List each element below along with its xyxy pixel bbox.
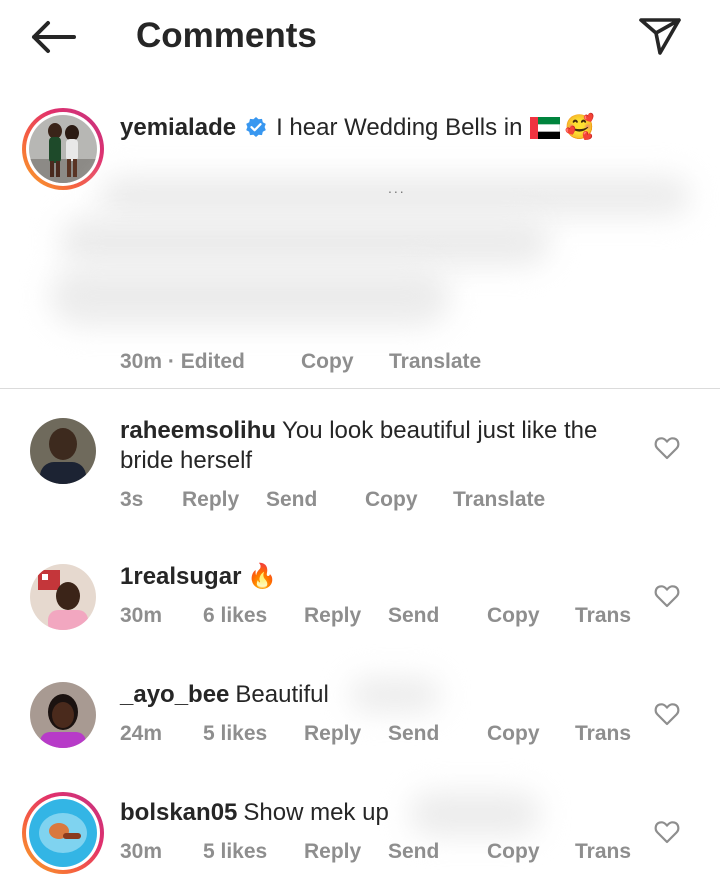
reply-button[interactable]: Reply bbox=[182, 488, 239, 512]
send-button[interactable]: Send bbox=[388, 722, 439, 746]
comment-time: 3s bbox=[120, 488, 144, 511]
copy-button[interactable]: Copy bbox=[487, 604, 540, 628]
comment-body: 1realsugar 🔥 bbox=[120, 562, 640, 592]
caption-username[interactable]: yemialade bbox=[120, 112, 236, 144]
avatar-image bbox=[29, 799, 97, 867]
arrow-left-icon bbox=[32, 21, 76, 53]
comment-time: 30m bbox=[120, 840, 163, 863]
comment-time: 24m bbox=[120, 722, 163, 745]
send-button[interactable]: Send bbox=[266, 488, 317, 512]
redacted-area bbox=[350, 678, 440, 712]
translate-button[interactable]: Translate bbox=[453, 488, 545, 512]
avatar[interactable] bbox=[22, 108, 104, 190]
caption-copy-button[interactable]: Copy bbox=[301, 350, 354, 374]
redacted-area bbox=[410, 792, 540, 836]
comment-item: raheemsolihu You look beautiful just like… bbox=[0, 400, 720, 530]
comment-time: 30m bbox=[120, 604, 163, 627]
reply-button[interactable]: Reply bbox=[304, 840, 361, 864]
redacted-area bbox=[50, 266, 450, 326]
back-button[interactable] bbox=[26, 14, 80, 60]
caption-time: 30m · Edited bbox=[120, 350, 245, 373]
divider bbox=[0, 388, 720, 389]
comment-text: Show mek up bbox=[243, 799, 389, 826]
post-caption: yemialade I hear Wedding Bells in 🥰 ... … bbox=[0, 96, 720, 388]
uae-flag-icon bbox=[530, 117, 561, 139]
likes-count[interactable]: 5 likes bbox=[203, 722, 267, 746]
likes-count[interactable]: 5 likes bbox=[203, 840, 267, 864]
comment-body: bolskan05 Show mek up bbox=[120, 798, 640, 828]
caption-text-line: yemialade I hear Wedding Bells in 🥰 bbox=[120, 112, 594, 144]
comment-item: _ayo_bee Beautiful 24m 5 likes Reply Send… bbox=[0, 666, 720, 776]
comment-text: 🔥 bbox=[247, 563, 278, 590]
caption-text: I hear Wedding Bells in bbox=[276, 114, 523, 141]
heart-icon bbox=[654, 437, 680, 460]
avatar[interactable] bbox=[30, 682, 96, 748]
translate-button[interactable]: Trans bbox=[575, 604, 631, 628]
caption-ellipsis: ... bbox=[388, 180, 406, 196]
send-button[interactable]: Send bbox=[388, 840, 439, 864]
redacted-area bbox=[60, 216, 550, 266]
copy-button[interactable]: Copy bbox=[487, 840, 540, 864]
comment-item: 1realsugar 🔥 30m 6 likes Reply Send Copy … bbox=[0, 548, 720, 658]
like-button[interactable] bbox=[654, 702, 680, 726]
like-button[interactable] bbox=[654, 820, 680, 844]
reply-button[interactable]: Reply bbox=[304, 604, 361, 628]
send-button[interactable]: Send bbox=[388, 604, 439, 628]
comment-body: raheemsolihu You look beautiful just like… bbox=[120, 416, 640, 476]
heart-icon bbox=[654, 585, 680, 608]
comment-item: bolskan05 Show mek up 30m 5 likes Reply S… bbox=[0, 784, 720, 890]
comment-username[interactable]: 1realsugar bbox=[120, 563, 241, 590]
copy-button[interactable]: Copy bbox=[365, 488, 418, 512]
comment-username[interactable]: raheemsolihu bbox=[120, 417, 276, 444]
like-button[interactable] bbox=[654, 436, 680, 460]
heart-icon bbox=[654, 821, 680, 844]
caption-translate-button[interactable]: Translate bbox=[389, 350, 481, 374]
likes-count[interactable]: 6 likes bbox=[203, 604, 267, 628]
avatar[interactable] bbox=[30, 418, 96, 484]
avatar-image bbox=[30, 418, 96, 484]
translate-button[interactable]: Trans bbox=[575, 840, 631, 864]
avatar-image bbox=[30, 682, 96, 748]
comment-username[interactable]: _ayo_bee bbox=[120, 681, 229, 708]
avatar[interactable] bbox=[30, 564, 96, 630]
avatar-image bbox=[30, 564, 96, 630]
avatar-image bbox=[29, 115, 97, 183]
translate-button[interactable]: Trans bbox=[575, 722, 631, 746]
copy-button[interactable]: Copy bbox=[487, 722, 540, 746]
verified-badge-icon bbox=[246, 117, 266, 137]
header-bar: Comments bbox=[0, 0, 720, 76]
like-button[interactable] bbox=[654, 584, 680, 608]
avatar[interactable] bbox=[22, 792, 104, 874]
comment-text: Beautiful bbox=[235, 681, 329, 708]
reply-button[interactable]: Reply bbox=[304, 722, 361, 746]
share-button[interactable] bbox=[632, 10, 688, 62]
comment-username[interactable]: bolskan05 bbox=[120, 799, 237, 826]
caption-emoji: 🥰 bbox=[564, 114, 595, 141]
paper-plane-icon bbox=[639, 18, 681, 55]
page-title: Comments bbox=[136, 16, 317, 55]
heart-icon bbox=[654, 703, 680, 726]
